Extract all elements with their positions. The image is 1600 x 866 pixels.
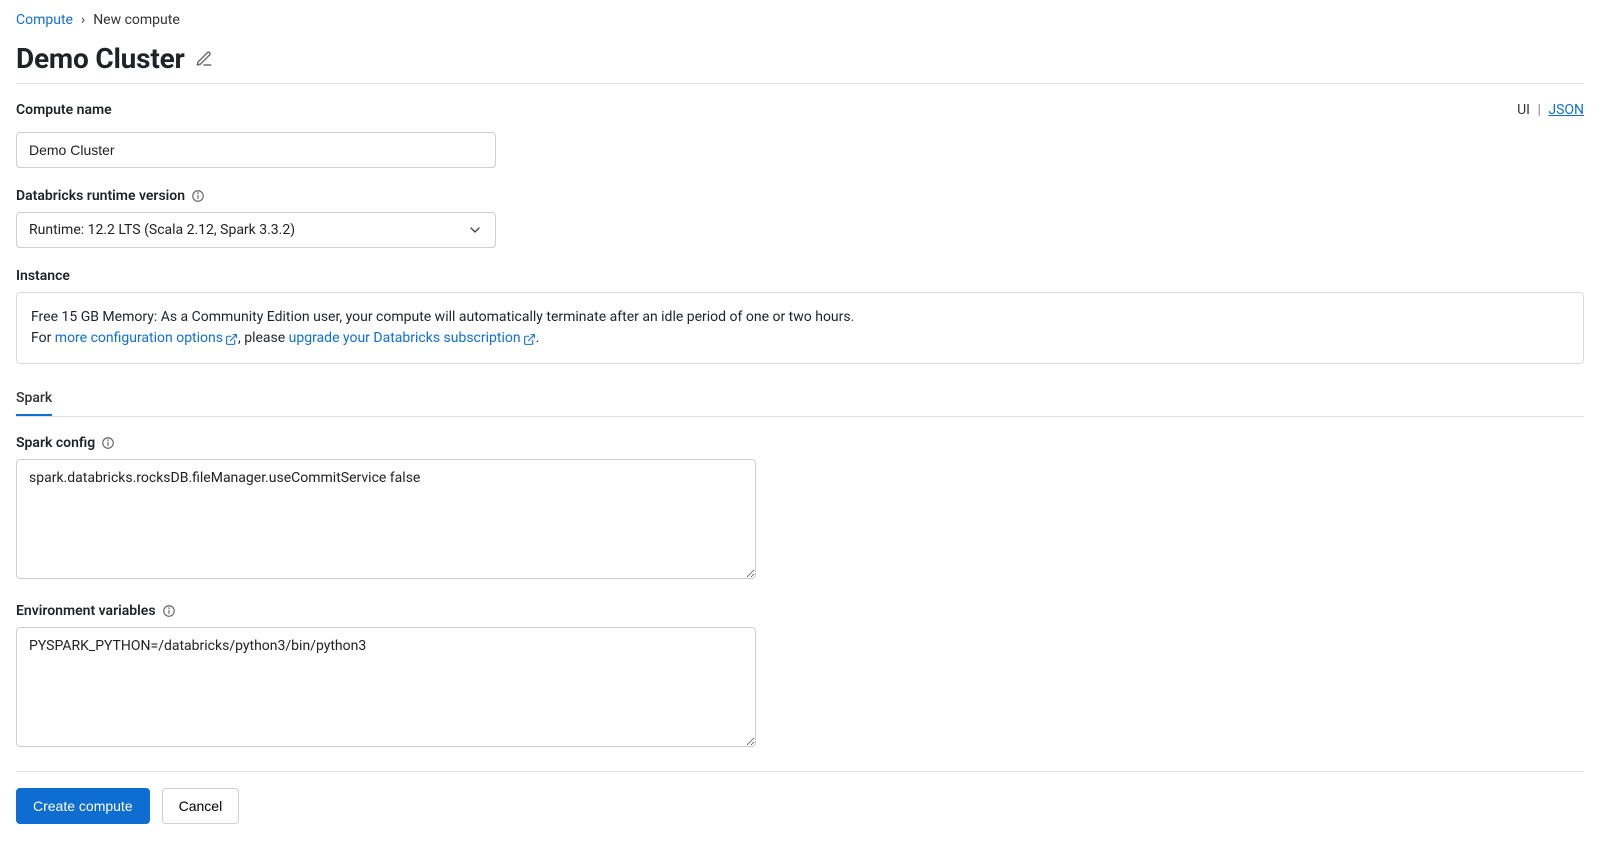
create-compute-button[interactable]: Create compute xyxy=(16,788,150,824)
breadcrumb-parent-link[interactable]: Compute xyxy=(16,12,73,28)
env-vars-label: Environment variables xyxy=(16,603,156,619)
instance-text-line2: For more configuration options, please u… xyxy=(31,328,1569,349)
tab-row: Spark xyxy=(16,384,1584,417)
env-vars-label-row: Environment variables xyxy=(16,603,1584,619)
cancel-button[interactable]: Cancel xyxy=(162,788,240,824)
view-mode-ui[interactable]: UI xyxy=(1517,102,1530,118)
upgrade-subscription-link[interactable]: upgrade your Databricks subscription xyxy=(289,330,536,346)
spark-config-textarea[interactable] xyxy=(16,459,756,579)
compute-name-label: Compute name xyxy=(16,102,112,118)
spark-config-label: Spark config xyxy=(16,435,95,451)
compute-name-row: Compute name UI | JSON xyxy=(16,102,1584,126)
view-mode-toggle: UI | JSON xyxy=(1517,102,1584,118)
info-icon[interactable] xyxy=(101,436,115,450)
instance-label: Instance xyxy=(16,268,1584,284)
runtime-selected-value: Runtime: 12.2 LTS (Scala 2.12, Spark 3.3… xyxy=(29,222,295,238)
info-icon[interactable] xyxy=(191,189,205,203)
action-button-row: Create compute Cancel xyxy=(16,771,1584,824)
view-mode-json[interactable]: JSON xyxy=(1548,102,1584,118)
external-link-icon xyxy=(225,333,238,346)
chevron-down-icon xyxy=(467,222,483,238)
runtime-label: Databricks runtime version xyxy=(16,188,185,204)
chevron-right-icon: › xyxy=(81,12,85,28)
spark-config-label-row: Spark config xyxy=(16,435,1584,451)
tab-spark[interactable]: Spark xyxy=(16,384,52,416)
runtime-select[interactable]: Runtime: 12.2 LTS (Scala 2.12, Spark 3.3… xyxy=(16,212,496,248)
runtime-label-row: Databricks runtime version xyxy=(16,188,1584,204)
page-title: Demo Cluster xyxy=(16,42,185,75)
breadcrumb: Compute › New compute xyxy=(16,12,1584,28)
info-icon[interactable] xyxy=(162,604,176,618)
breadcrumb-current: New compute xyxy=(93,12,180,28)
instance-info-box: Free 15 GB Memory: As a Community Editio… xyxy=(16,292,1584,364)
compute-name-input[interactable] xyxy=(16,132,496,168)
pencil-icon[interactable] xyxy=(195,50,213,68)
external-link-icon xyxy=(523,333,536,346)
view-mode-separator: | xyxy=(1537,102,1540,118)
instance-text-line1: Free 15 GB Memory: As a Community Editio… xyxy=(31,307,1569,328)
env-vars-textarea[interactable] xyxy=(16,627,756,747)
more-config-link[interactable]: more configuration options xyxy=(55,330,238,346)
page-title-row: Demo Cluster xyxy=(16,42,1584,84)
